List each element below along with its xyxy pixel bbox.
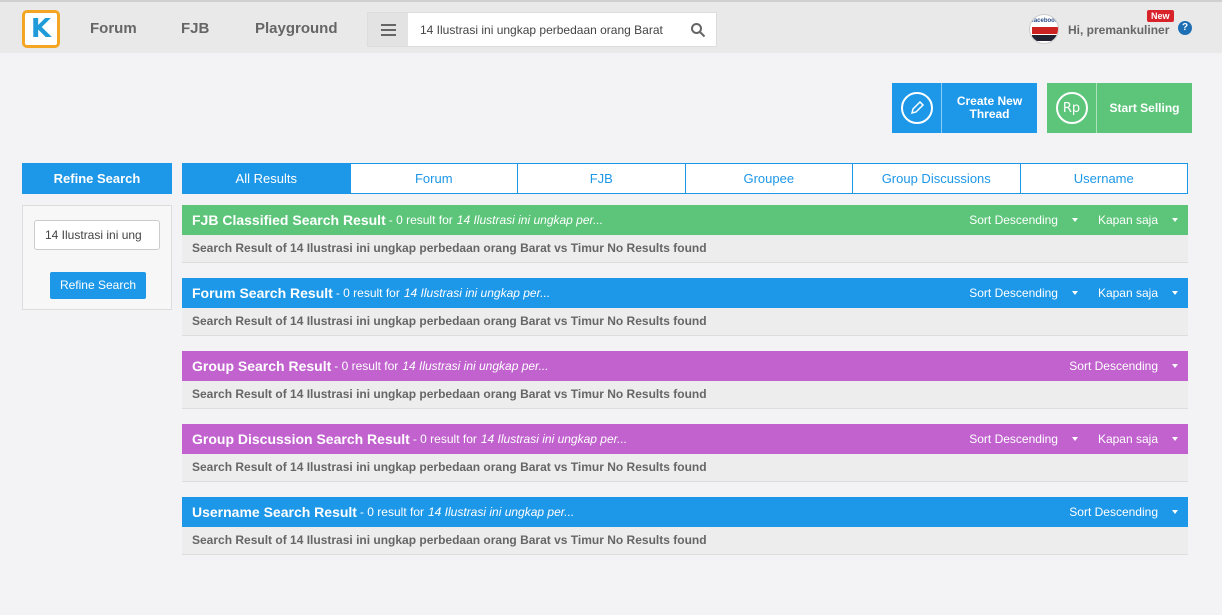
logo-letter: K [30,14,52,44]
nav-forum[interactable]: Forum [90,20,137,37]
caret-down-icon [1172,364,1178,368]
tab-group-discussions[interactable]: Group Discussions [852,164,1020,193]
top-navbar: K Forum FJB Playground facebook Hi, prem… [0,0,1222,53]
tab-username[interactable]: Username [1019,164,1187,193]
section-title[interactable]: Group Discussion Search Result [192,431,410,447]
caret-down-icon [1071,218,1078,222]
username-result-section: Username Search Result - 0 result for 14… [182,497,1188,555]
hamburger-menu-icon[interactable] [368,13,408,46]
section-title[interactable]: Group Search Result [192,358,331,374]
caret-down-icon [1071,291,1078,295]
result-count: - 0 result for [334,359,399,373]
section-body-message: Search Result of 14 Ilustrasi ini ungkap… [182,235,1188,263]
time-dropdown[interactable]: Kapan saja [1098,286,1178,300]
user-greeting[interactable]: Hi, premankuliner [1068,23,1169,37]
tab-all-results[interactable]: All Results [183,164,350,193]
result-query: 14 Ilustrasi ini ungkap per... [402,359,549,373]
time-dropdown[interactable]: Kapan saja [1098,432,1178,446]
sort-dropdown[interactable]: Sort Descending [969,286,1078,300]
section-header: FJB Classified Search Result - 0 result … [182,205,1188,235]
pencil-icon [892,83,942,133]
refine-search-button[interactable]: Refine Search [50,272,146,299]
caret-down-icon [1172,218,1178,222]
result-query: 14 Ilustrasi ini ungkap per... [480,432,628,446]
sort-dropdown[interactable]: Sort Descending [969,213,1078,227]
result-query: 14 Ilustrasi ini ungkap per... [456,213,604,227]
section-header: Username Search Result - 0 result for 14… [182,497,1188,527]
user-avatar[interactable]: facebook [1029,14,1059,44]
result-tabs: All Results Forum FJB Groupee Group Disc… [182,163,1188,194]
result-count: - 0 result for [335,286,400,300]
section-header: Group Search Result - 0 result for 14 Il… [182,351,1188,381]
caret-down-icon [1172,291,1178,295]
rupiah-icon: Rp [1047,83,1097,133]
caret-down-icon [1172,437,1178,441]
search-input[interactable] [420,13,680,46]
refine-search-panel: Refine Search [22,205,172,310]
section-body-message: Search Result of 14 Ilustrasi ini ungkap… [182,527,1188,555]
section-title[interactable]: Forum Search Result [192,285,333,301]
forum-result-section: Forum Search Result - 0 result for 14 Il… [182,278,1188,336]
tab-forum[interactable]: Forum [349,164,517,193]
sort-dropdown[interactable]: Sort Descending [1069,359,1178,373]
group-result-section: Group Search Result - 0 result for 14 Il… [182,351,1188,409]
time-dropdown[interactable]: Kapan saja [1098,213,1178,227]
start-selling-label: Start Selling [1109,100,1180,115]
result-query: 14 Ilustrasi ini ungkap per... [403,286,551,300]
section-body-message: Search Result of 14 Ilustrasi ini ungkap… [182,454,1188,482]
caret-down-icon [1071,437,1078,441]
sort-dropdown[interactable]: Sort Descending [1069,505,1178,519]
section-header: Group Discussion Search Result - 0 resul… [182,424,1188,454]
fjb-result-section: FJB Classified Search Result - 0 result … [182,205,1188,263]
refine-search-input[interactable] [34,220,160,250]
group-discussion-result-section: Group Discussion Search Result - 0 resul… [182,424,1188,482]
section-title[interactable]: Username Search Result [192,504,357,520]
create-thread-label: Create New Thread [956,94,1023,121]
section-body-message: Search Result of 14 Ilustrasi ini ungkap… [182,381,1188,409]
sort-dropdown[interactable]: Sort Descending [969,432,1078,446]
tab-groupee[interactable]: Groupee [684,164,852,193]
refine-search-heading: Refine Search [22,163,172,194]
create-thread-button[interactable]: Create New Thread [892,83,1037,133]
result-count: - 0 result for [388,213,453,227]
nav-playground[interactable]: Playground [255,20,338,37]
start-selling-button[interactable]: Rp Start Selling [1047,83,1192,133]
result-count: - 0 result for [412,432,477,446]
search-bar [367,12,717,47]
kaskus-logo[interactable]: K [22,10,60,48]
nav-fjb[interactable]: FJB [181,20,209,37]
search-icon[interactable] [690,22,706,38]
caret-down-icon [1172,510,1178,514]
section-body-message: Search Result of 14 Ilustrasi ini ungkap… [182,308,1188,336]
tab-fjb[interactable]: FJB [517,164,685,193]
new-badge: New [1147,10,1174,22]
result-query: 14 Ilustrasi ini ungkap per... [428,505,575,519]
section-title[interactable]: FJB Classified Search Result [192,212,386,228]
result-count: - 0 result for [359,505,424,519]
section-header: Forum Search Result - 0 result for 14 Il… [182,278,1188,308]
help-icon[interactable]: ? [1178,21,1192,35]
